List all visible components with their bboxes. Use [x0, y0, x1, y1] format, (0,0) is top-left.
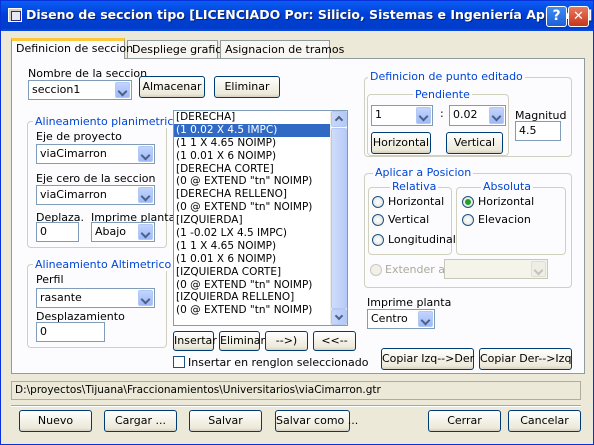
file-path: D:\proyectos\Tijuana\Fraccionamientos\Un…	[15, 384, 381, 396]
abs-horizontal-radio[interactable]	[462, 196, 474, 208]
chevron-down-icon[interactable]	[489, 107, 504, 124]
list-item[interactable]: (1 -0.02 LX 4.5 IMPC)	[174, 227, 347, 240]
list-scrollbar[interactable]	[330, 111, 347, 325]
list-item[interactable]: (1 1 X 4.65 NOIMP)	[174, 240, 347, 253]
scroll-down-icon[interactable]	[331, 309, 347, 325]
rel-horizontal-radio[interactable]	[372, 196, 384, 208]
pendiente-v-select[interactable]: 1	[371, 105, 433, 126]
rel-longitudinal-radio[interactable]	[372, 234, 384, 246]
almacenar-button[interactable]: Almacenar	[139, 76, 205, 98]
chevron-down-icon[interactable]	[531, 261, 546, 277]
list-item[interactable]: (1 0.01 X 6 NOIMP)	[174, 253, 347, 266]
list-item[interactable]: (0 @ EXTEND "tn" NOIMP)	[174, 201, 347, 214]
altimetrico-title: Alineamiento Altimetrico	[33, 258, 174, 271]
deplaza-input[interactable]: 0	[36, 222, 79, 242]
list-item[interactable]: (0 @ EXTEND "tn" NOIMP)	[174, 175, 347, 188]
magnitud-input[interactable]: 4.5	[515, 121, 561, 141]
eje-proyecto-label: Eje de proyecto	[36, 130, 122, 143]
abs-horizontal-label: Horizontal	[478, 195, 535, 208]
list-item[interactable]: [IZQUIERDA]	[174, 214, 347, 227]
chevron-down-icon[interactable]	[138, 290, 153, 306]
insertar-renglon-label: Insertar en renglon seleccionado	[188, 356, 369, 369]
list-item[interactable]: (1 1 X 4.65 NOIMP)	[174, 137, 347, 150]
list-item[interactable]: [DERECHA RELLENO]	[174, 188, 347, 201]
extender-label: Extender a	[385, 263, 446, 276]
chevron-down-icon[interactable]	[418, 311, 433, 327]
eje-cero-select[interactable]: viaCimarron	[36, 185, 155, 205]
extender-radio[interactable]	[370, 264, 382, 276]
divider	[11, 405, 581, 407]
list-item[interactable]: [DERECHA CORTE]	[174, 163, 347, 176]
pendiente-h-select[interactable]: 0.02	[449, 105, 506, 126]
chevron-down-icon[interactable]	[138, 187, 153, 203]
pendiente-label: Pendiente	[413, 88, 472, 101]
insertar-button[interactable]: Insertar	[173, 331, 217, 351]
eliminar-row-button[interactable]: Eliminar	[219, 331, 265, 351]
file-path-bar: D:\proyectos\Tijuana\Fraccionamientos\Un…	[11, 381, 581, 400]
relativa-label: Relativa	[390, 180, 439, 193]
definition-list[interactable]: [DERECHA] (1 0.02 X 4.5 IMPC) (1 1 X 4.6…	[173, 110, 348, 326]
punto-editado-title: Definicion de punto editado	[368, 70, 525, 83]
imprime-planta2-select[interactable]: Centro	[367, 309, 435, 329]
rel-vertical-label: Vertical	[388, 213, 430, 226]
app-icon	[8, 8, 22, 22]
abs-elevacion-label: Elevacion	[478, 213, 531, 226]
salvar-button[interactable]: Salvar	[189, 410, 262, 432]
absoluta-label: Absoluta	[481, 180, 534, 193]
scroll-up-icon[interactable]	[331, 111, 347, 127]
desplazamiento-input[interactable]: 0	[36, 322, 105, 342]
list-item[interactable]: [IZQUIERDA CORTE]	[174, 266, 347, 279]
insertar-renglon-checkbox[interactable]	[173, 356, 185, 368]
window-title: Diseno de seccion tipo [LICENCIADO Por: …	[26, 7, 593, 22]
scroll-thumb[interactable]	[331, 128, 347, 309]
tab-definicion[interactable]: Definicion de seccion	[11, 38, 133, 59]
planimetrico-title: Alineamiento planimetrico	[33, 115, 183, 128]
rel-vertical-radio[interactable]	[372, 214, 384, 226]
title-bar[interactable]: Diseno de seccion tipo [LICENCIADO Por: …	[1, 1, 593, 31]
chevron-down-icon[interactable]	[416, 107, 431, 124]
close-button[interactable]: ✕	[568, 6, 589, 27]
aplicar-title: Aplicar a Posicion	[373, 166, 474, 179]
help-button[interactable]: ?	[546, 6, 567, 27]
extender-select[interactable]	[444, 259, 548, 279]
nombre-label: Nombre de la seccion	[28, 67, 148, 80]
perfil-select[interactable]: rasante	[36, 288, 155, 308]
rel-horizontal-label: Horizontal	[388, 195, 445, 208]
imprime-planta-select[interactable]: Abajo	[91, 222, 155, 242]
chevron-down-icon[interactable]	[138, 224, 153, 240]
list-item[interactable]: [IZQUIERDA RELLENO]	[174, 291, 347, 304]
list-item[interactable]: (0 @ EXTEND "tn" NOIMP)	[174, 279, 347, 292]
copiar-der-izq-button[interactable]: Copiar Der-->Izq	[479, 348, 572, 370]
abs-elevacion-radio[interactable]	[462, 214, 474, 226]
imprime-planta2-label: Imprime planta	[367, 296, 452, 309]
tab-asignacion[interactable]: Asignacion de tramos	[220, 40, 344, 58]
chevron-down-icon[interactable]	[138, 146, 153, 162]
perfil-label: Perfil	[36, 273, 64, 286]
eje-proyecto-select[interactable]: viaCimarron	[36, 144, 155, 164]
salvar-como-button[interactable]: Salvar como ...	[275, 410, 358, 432]
dialog-window: Diseno de seccion tipo [LICENCIADO Por: …	[0, 0, 594, 445]
vertical-button[interactable]: Vertical	[446, 132, 503, 154]
nuevo-button[interactable]: Nuevo	[19, 410, 92, 432]
prev-button[interactable]: <<--	[313, 331, 356, 351]
eliminar-seccion-button[interactable]: Eliminar	[214, 76, 280, 98]
list-item[interactable]: (1 0.01 X 6 NOIMP)	[174, 150, 347, 163]
eje-cero-label: Eje cero de la seccion	[36, 172, 156, 185]
list-item[interactable]: [DERECHA]	[174, 111, 347, 124]
cancelar-button[interactable]: Cancelar	[508, 410, 581, 432]
copiar-izq-der-button[interactable]: Copiar Izq-->Der	[381, 348, 474, 370]
chevron-down-icon[interactable]	[115, 82, 130, 98]
cerrar-button[interactable]: Cerrar	[428, 410, 501, 432]
pendiente-colon: :	[440, 107, 444, 120]
tab-despliege[interactable]: Despliege grafico	[127, 40, 228, 58]
list-item[interactable]: (0 @ EXTEND "tn" NOIMP)	[174, 304, 347, 317]
rel-longitudinal-label: Longitudinal	[388, 233, 456, 246]
nombre-seccion-select[interactable]: seccion1	[28, 80, 132, 100]
horizontal-button[interactable]: Horizontal	[371, 132, 431, 154]
cargar-button[interactable]: Cargar ...	[104, 410, 177, 432]
next-button[interactable]: -->)	[265, 331, 308, 351]
list-item-selected[interactable]: (1 0.02 X 4.5 IMPC)	[174, 123, 347, 137]
